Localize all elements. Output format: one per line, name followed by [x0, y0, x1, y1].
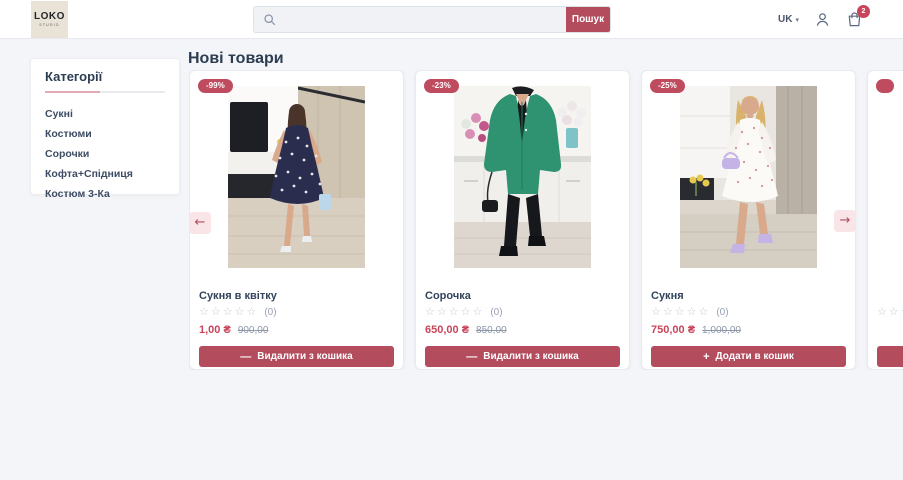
- header-controls: UK ▾ 2: [778, 0, 870, 39]
- product-title[interactable]: Сорочка: [425, 290, 620, 302]
- arrow-left-icon: ←: [194, 215, 206, 230]
- product-image[interactable]: [454, 86, 591, 268]
- carousel-prev-button[interactable]: ←: [189, 212, 211, 234]
- sidebar-item-sukni[interactable]: Сукні: [45, 104, 165, 124]
- sidebar-divider: [45, 91, 165, 93]
- page-title: Нові товари: [188, 50, 284, 67]
- header: LOKO STUDIO Пошук UK ▾ 2: [0, 0, 903, 39]
- cart-count-badge: 2: [857, 5, 870, 18]
- star-rating-icons[interactable]: ☆☆☆☆☆: [425, 307, 484, 318]
- remove-from-cart-button[interactable]: — Видалити з кошика: [425, 346, 620, 367]
- logo[interactable]: LOKO STUDIO: [31, 1, 68, 38]
- rating-count: (0): [264, 307, 277, 318]
- product-info: Сукня ☆☆☆☆☆ (0) 750,00 ₴ 1,000,00 + Дода…: [642, 268, 855, 367]
- product-title[interactable]: Сукня в квітку: [199, 290, 394, 302]
- cart-button[interactable]: 2: [846, 5, 870, 28]
- current-price: 1,00 ₴: [199, 324, 231, 336]
- product-card[interactable]: -99% Сукня в квітку ☆☆☆☆☆ (0) 1,00 ₴ 900…: [189, 70, 404, 370]
- rating-count: (0): [716, 307, 729, 318]
- chevron-down-icon: ▾: [795, 16, 799, 24]
- product-image[interactable]: [680, 86, 817, 268]
- sidebar-title: Категорії: [45, 69, 103, 84]
- button-label: Додати в кошик: [715, 351, 794, 362]
- carousel-next-button[interactable]: →: [834, 210, 856, 232]
- product-info: Сорочка ☆☆☆☆☆ (0) 650,00 ₴ 850,00 — Вида…: [416, 268, 629, 367]
- price-row: 1,00 ₴ 900,00: [199, 324, 394, 336]
- minus-icon: —: [240, 350, 252, 363]
- add-to-cart-button[interactable]: + Додати в кошик: [651, 346, 846, 367]
- user-account-icon[interactable]: [814, 11, 831, 28]
- price-row: 750,00 ₴ 1,000,00: [651, 324, 846, 336]
- sidebar-item-kofta-spidnytsia[interactable]: Кофта+Спідниця: [45, 164, 165, 184]
- old-price: 1,000,00: [702, 325, 741, 336]
- sidebar-item-kostiumy[interactable]: Костюми: [45, 124, 165, 144]
- old-price: 850,00: [476, 325, 507, 336]
- rating-count: (0): [490, 307, 503, 318]
- product-title[interactable]: Сукня: [651, 290, 846, 302]
- rating-row: ☆☆☆☆☆ (0): [651, 307, 846, 319]
- product-card[interactable]: -25% Сукня ☆☆☆☆☆ (0) 750,00 ₴ 1,000,00 +…: [641, 70, 856, 370]
- minus-icon: —: [466, 350, 478, 363]
- logo-title: LOKO: [34, 11, 65, 22]
- current-price: 650,00 ₴: [425, 324, 470, 336]
- product-info: ☆☆☆☆☆: [868, 268, 903, 367]
- button-label: Видалити з кошика: [483, 351, 579, 362]
- rating-row: ☆☆☆☆☆ (0): [425, 307, 620, 319]
- remove-from-cart-button[interactable]: — Видалити з кошика: [199, 346, 394, 367]
- star-rating-icons[interactable]: ☆☆☆☆☆: [877, 307, 903, 318]
- discount-badge: -25%: [650, 79, 685, 93]
- product-image[interactable]: [228, 86, 365, 268]
- rating-row: ☆☆☆☆☆ (0): [199, 307, 394, 319]
- discount-badge: -99%: [198, 79, 233, 93]
- button-label: Видалити з кошика: [257, 351, 353, 362]
- new-products-carousel: -99% Сукня в квітку ☆☆☆☆☆ (0) 1,00 ₴ 900…: [189, 70, 903, 372]
- star-rating-icons[interactable]: ☆☆☆☆☆: [651, 307, 710, 318]
- language-label: UK: [778, 14, 793, 25]
- current-price: [877, 324, 880, 336]
- search-button[interactable]: Пошук: [566, 7, 610, 32]
- star-rating-icons[interactable]: ☆☆☆☆☆: [199, 307, 258, 318]
- sidebar-item-sorochky[interactable]: Сорочки: [45, 144, 165, 164]
- add-to-cart-button[interactable]: [877, 346, 903, 367]
- current-price: 750,00 ₴: [651, 324, 696, 336]
- plus-icon: +: [703, 350, 710, 363]
- product-card[interactable]: -23% Сорочка ☆☆☆☆☆ (0) 650,00 ₴ 850,00 —…: [415, 70, 630, 370]
- discount-badge: -23%: [424, 79, 459, 93]
- search-bar: Пошук: [253, 6, 611, 33]
- product-card-partial[interactable]: ☆☆☆☆☆: [867, 70, 903, 370]
- logo-subtitle: STUDIO: [39, 23, 60, 27]
- product-cards-row: -99% Сукня в квітку ☆☆☆☆☆ (0) 1,00 ₴ 900…: [189, 70, 903, 370]
- sidebar-item-kostium-3ka[interactable]: Костюм 3-Ка: [45, 184, 165, 204]
- category-list: Сукні Костюми Сорочки Кофта+Спідниця Кос…: [45, 104, 165, 204]
- search-input[interactable]: [254, 7, 566, 32]
- product-title[interactable]: [877, 290, 903, 302]
- arrow-right-icon: →: [839, 213, 851, 228]
- categories-sidebar: Категорії Сукні Костюми Сорочки Кофта+Сп…: [30, 58, 180, 199]
- price-row: 650,00 ₴ 850,00: [425, 324, 620, 336]
- discount-badge: [876, 79, 895, 93]
- old-price: 900,00: [237, 325, 269, 336]
- product-info: Сукня в квітку ☆☆☆☆☆ (0) 1,00 ₴ 900,00 —…: [190, 268, 403, 367]
- language-selector[interactable]: UK ▾: [778, 14, 799, 25]
